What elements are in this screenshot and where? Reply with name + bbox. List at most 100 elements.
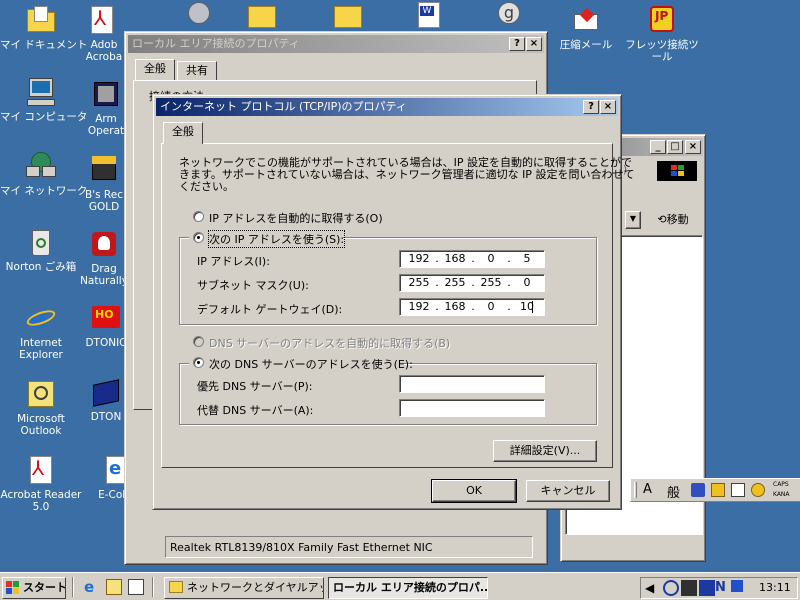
tab-general[interactable]: 全般 bbox=[163, 122, 203, 144]
octet: 255 bbox=[408, 276, 430, 289]
desktop-icon-cd[interactable] bbox=[164, 0, 224, 35]
close-button[interactable]: × bbox=[526, 37, 542, 51]
octet: 192 bbox=[408, 252, 430, 265]
tray-app-icon[interactable] bbox=[681, 580, 697, 596]
help-button[interactable]: ? bbox=[509, 37, 525, 51]
acrobat-icon: ⅄ bbox=[86, 4, 118, 36]
network-status-icon[interactable] bbox=[731, 580, 743, 592]
close-button[interactable]: × bbox=[685, 140, 701, 154]
octet: 10 bbox=[520, 300, 534, 313]
tab-sharing[interactable]: 共有 bbox=[177, 61, 217, 80]
taskbar-button-lan-properties[interactable]: ローカル エリア接続のプロパ... bbox=[328, 577, 488, 599]
ime-input-mode-icon[interactable]: A bbox=[643, 482, 652, 497]
lan-titlebar: ローカル エリア接続のプロパティ ? × bbox=[128, 35, 544, 53]
tab-label: 全般 bbox=[172, 125, 194, 138]
text-cursor bbox=[532, 301, 533, 313]
ip-manual-radio[interactable] bbox=[193, 232, 204, 243]
desktop-icon-label: B's Rec GOLD bbox=[85, 189, 123, 213]
desktop-icon-my-computer[interactable]: マイ コンピュータ bbox=[0, 76, 87, 123]
ok-button[interactable]: OK bbox=[431, 479, 517, 503]
ip-address-field[interactable]: 192 . 168 . 0 . 5 bbox=[399, 250, 545, 268]
desktop-icon-dragon[interactable]: Drag Naturally bbox=[80, 228, 128, 287]
description-line-3: ください。 bbox=[179, 180, 234, 193]
default-gateway-label: デフォルト ゲートウェイ(D): bbox=[197, 303, 343, 316]
ip-auto-label[interactable]: IP アドレスを自動的に取得する(O) bbox=[209, 210, 383, 226]
tab-general[interactable]: 全般 bbox=[135, 59, 175, 80]
network-icon bbox=[25, 150, 57, 182]
octet: 5 bbox=[523, 252, 531, 265]
desktop-icon-folder-a[interactable] bbox=[232, 0, 292, 35]
cancel-button[interactable]: キャンセル bbox=[526, 480, 610, 502]
clock[interactable]: 13:11 bbox=[759, 581, 791, 594]
desktop-icon-label: Microsoft Outlook bbox=[17, 413, 65, 437]
help-button[interactable]: ? bbox=[583, 100, 599, 114]
alternate-dns-field[interactable] bbox=[399, 399, 545, 417]
go-button[interactable]: ⟲移動 bbox=[647, 210, 699, 230]
desktop-icon-bs-recorder[interactable]: B's Rec GOLD bbox=[80, 154, 128, 213]
desktop-icon-label: Drag Naturally bbox=[80, 263, 128, 287]
desktop-icon-arm-operator[interactable]: Arm Operat bbox=[86, 78, 126, 137]
desktop-icon-recycle-bin[interactable]: Norton ごみ箱 bbox=[0, 226, 82, 273]
ip-manual-label[interactable]: 次の IP アドレスを使う(S): bbox=[207, 230, 346, 248]
desktop-icon-label: Arm Operat bbox=[87, 113, 125, 137]
quicklaunch-ie-icon[interactable]: e bbox=[84, 579, 100, 595]
quicklaunch-outlook-icon[interactable] bbox=[106, 579, 122, 595]
quicklaunch-separator bbox=[152, 577, 154, 597]
dragon-icon bbox=[88, 228, 120, 260]
ime-pad-icon[interactable] bbox=[711, 483, 725, 497]
desktop-icon-outlook[interactable]: Microsoft Outlook bbox=[0, 378, 82, 437]
close-button[interactable]: × bbox=[600, 100, 616, 114]
desktop-icon-label: DTONIC bbox=[85, 337, 127, 349]
preferred-dns-field[interactable] bbox=[399, 375, 545, 393]
ime-language-bar[interactable]: A 般 CAPS KANA bbox=[630, 478, 800, 502]
task-label: ネットワークとダイヤルアップ... bbox=[187, 581, 323, 594]
desktop-icon-g[interactable]: g bbox=[478, 0, 538, 35]
dns-auto-label: DNS サーバーのアドレスを自動的に取得する(B) bbox=[209, 337, 451, 350]
desktop-icon-acrobat-reader[interactable]: ⅄ Acrobat Reader 5.0 bbox=[0, 454, 82, 513]
dtonic-icon: HO bbox=[90, 302, 122, 334]
app-g-icon: g bbox=[492, 0, 524, 32]
quicklaunch-desktop-icon[interactable] bbox=[128, 579, 144, 595]
desktop-icon-dton[interactable]: DTON bbox=[84, 376, 128, 423]
tcpip-properties-dialog[interactable]: インターネット プロトコル (TCP/IP)のプロパティ ? × 全般 ネットワ… bbox=[152, 94, 634, 510]
ime-mode-label[interactable]: 般 bbox=[667, 482, 680, 501]
system-tray: ◀ N 13:11 bbox=[640, 577, 798, 599]
grip-handle[interactable] bbox=[634, 482, 637, 498]
desktop-icon-my-network[interactable]: マイ ネットワーク bbox=[0, 150, 87, 197]
desktop-icon-label: Internet Explorer bbox=[19, 337, 63, 361]
quicklaunch-separator bbox=[72, 577, 74, 597]
word-document-icon: W bbox=[412, 0, 444, 32]
subnet-mask-field[interactable]: 255 . 255 . 255 . 0 bbox=[399, 274, 545, 292]
books-icon bbox=[90, 376, 122, 408]
description-line-2: きます。サポートされていない場合は、ネットワーク管理者に適切な IP 設定を問い… bbox=[179, 168, 635, 181]
address-dropdown-button[interactable]: ▼ bbox=[625, 211, 641, 229]
desktop-icon-my-documents[interactable]: マイ ドキュメント bbox=[0, 4, 87, 51]
taskbar-button-network[interactable]: ネットワークとダイヤルアップ... bbox=[164, 577, 324, 599]
tray-n-icon[interactable]: N bbox=[715, 580, 731, 596]
dns-manual-label[interactable]: 次の DNS サーバーのアドレスを使う(E): bbox=[209, 356, 413, 372]
start-button[interactable]: スタート bbox=[2, 577, 66, 599]
octet: 0 bbox=[523, 276, 531, 289]
dns-manual-radio[interactable] bbox=[193, 357, 204, 368]
minimize-button[interactable]: _ bbox=[650, 140, 666, 154]
maximize-button[interactable]: □ bbox=[667, 140, 683, 154]
tray-app-icon[interactable] bbox=[699, 580, 715, 596]
volume-icon[interactable]: ◀ bbox=[645, 580, 661, 596]
desktop-icon-flets[interactable]: JP フレッツ接続ツール bbox=[622, 4, 702, 63]
desktop-icon-adobe-acrobat[interactable]: ⅄ Adob Acroba bbox=[76, 4, 128, 63]
ime-tool-icon[interactable] bbox=[691, 483, 705, 497]
desktop-icon-label: Acrobat Reader 5.0 bbox=[0, 489, 82, 513]
ime-help-icon[interactable] bbox=[751, 483, 765, 497]
tray-app-icon[interactable] bbox=[663, 580, 679, 596]
desktop-icon-folder-b[interactable] bbox=[318, 0, 378, 35]
desktop-icon-word[interactable]: W bbox=[398, 0, 458, 35]
desktop-icon-internet-explorer[interactable]: e Internet Explorer bbox=[0, 302, 82, 362]
default-gateway-field[interactable]: 192 . 168 . 0 . 10 bbox=[399, 298, 545, 316]
desktop-icon-dtonic[interactable]: HO DTONIC bbox=[84, 302, 128, 349]
ime-dictionary-icon[interactable] bbox=[731, 483, 745, 497]
tcpip-title: インターネット プロトコル (TCP/IP)のプロパティ bbox=[160, 100, 407, 113]
ip-auto-radio[interactable] bbox=[193, 211, 204, 222]
advanced-button[interactable]: 詳細設定(V)... bbox=[493, 440, 597, 462]
mail-compress-icon bbox=[570, 4, 602, 36]
desktop-icon-mail-compress[interactable]: 圧縮メール bbox=[545, 4, 627, 51]
